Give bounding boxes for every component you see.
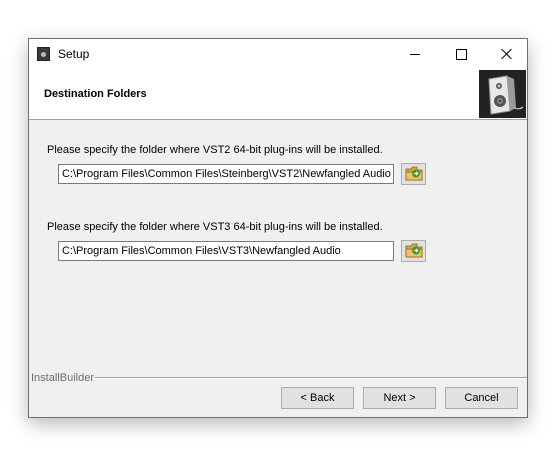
maximize-icon	[455, 48, 467, 60]
next-button[interactable]: Next >	[363, 387, 436, 409]
back-button[interactable]: < Back	[281, 387, 354, 409]
vst2-browse-button[interactable]	[401, 163, 426, 185]
footer-divider	[95, 377, 527, 379]
installbuilder-brand: InstallBuilder	[31, 372, 94, 384]
speaker-app-icon	[37, 47, 50, 61]
page-title: Destination Folders	[44, 88, 147, 100]
minimize-button[interactable]	[392, 39, 438, 69]
maximize-button[interactable]	[438, 39, 484, 69]
window-title: Setup	[58, 47, 90, 61]
close-icon	[501, 48, 513, 60]
vst3-path-input[interactable]	[58, 241, 394, 261]
vst3-folder-label: Please specify the folder where VST3 64-…	[47, 221, 383, 233]
minimize-icon	[410, 53, 420, 55]
cancel-button[interactable]: Cancel	[445, 387, 518, 409]
page-header: Destination Folders	[29, 69, 527, 120]
title-bar[interactable]: Setup	[29, 39, 527, 69]
speaker-logo-icon	[479, 70, 526, 118]
folder-browse-icon	[405, 165, 423, 184]
vst2-path-input[interactable]	[58, 164, 394, 184]
close-button[interactable]	[484, 39, 530, 69]
folder-browse-icon	[405, 242, 423, 261]
vst3-browse-button[interactable]	[401, 240, 426, 262]
vst2-folder-label: Please specify the folder where VST2 64-…	[47, 144, 383, 156]
setup-window: Setup Destination Folders Please specify…	[28, 38, 528, 418]
